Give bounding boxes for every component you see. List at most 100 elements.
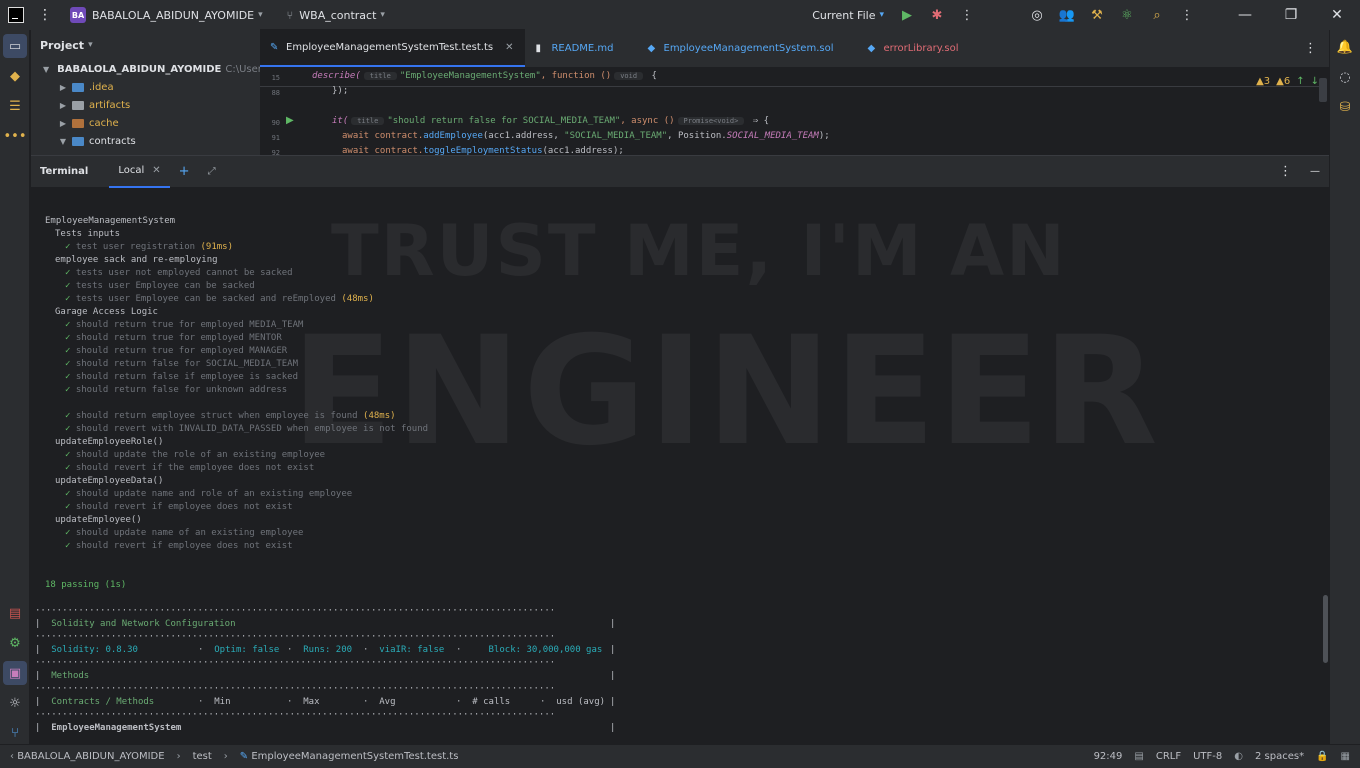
test-name: should revert if employee does not exist <box>75 541 293 551</box>
code-line-it: it(title "should return false for SOCIAL_… <box>332 116 770 126</box>
file-encoding[interactable]: UTF-8 <box>1187 751 1228 762</box>
chevron-right-icon: ▶ <box>59 100 67 110</box>
terminal-options-icon[interactable]: ⋮ <box>1270 156 1301 188</box>
chevron-down-icon: ▾ <box>258 10 263 20</box>
test-result: ✓ tests user Employee can be sacked <box>65 280 255 293</box>
inspection-widget[interactable]: ▲3 ▲6 ↑ ↓ <box>1256 76 1319 87</box>
run-icon[interactable]: ▶ <box>892 0 922 30</box>
cursor-position[interactable]: 92:49 <box>1088 751 1129 762</box>
commit-tool-icon[interactable]: ◆ <box>0 61 30 91</box>
setting-runs: · Runs: 200 <box>287 645 353 655</box>
tab-options-icon[interactable]: ⋮ <box>1294 29 1329 67</box>
close-button[interactable]: ✕ <box>1314 0 1360 30</box>
memory-icon[interactable]: ▦ <box>1335 751 1360 762</box>
passing-summary: 18 passing (1s) <box>45 580 127 590</box>
tree-item-label: .idea <box>89 81 114 93</box>
tab-local[interactable]: Local ✕ <box>109 156 170 188</box>
test-result: ✓ test user registration (91ms) <box>65 241 233 254</box>
test-name: should revert with INVALID_DATA_PASSED w… <box>75 424 429 434</box>
project-panel: Project ▾ ▼ BABALOLA_ABIDUN_AYOMIDE C:\U… <box>31 30 260 155</box>
breadcrumb[interactable]: ‹ BABALOLA_ABIDUN_AYOMIDE <box>0 751 171 762</box>
tree-item-contracts[interactable]: ▼ contracts <box>31 132 260 150</box>
close-icon[interactable]: ✕ <box>505 42 513 53</box>
solidity-file-icon: ◆ <box>647 43 656 54</box>
test-name: tests user Employee can be sacked <box>75 281 255 291</box>
test-name: should return true for employed MANAGER <box>75 346 288 356</box>
structure-tool-icon[interactable]: ☰ <box>0 91 30 121</box>
tab-error-library[interactable]: ◆ errorLibrary.sol <box>845 29 970 67</box>
col-contracts: Contracts / Methods <box>51 697 155 707</box>
watermark-line2: ENGINEER <box>291 305 1160 479</box>
search-icon[interactable]: ⌕ <box>1142 0 1172 30</box>
status-bar: ‹ BABALOLA_ABIDUN_AYOMIDE › test › ✎ Emp… <box>0 744 1360 768</box>
line-separator[interactable]: CRLF <box>1150 751 1187 762</box>
code-with-me-icon[interactable]: 👥 <box>1052 0 1082 30</box>
col-max: · Max <box>287 697 320 707</box>
ai-assistant-icon[interactable]: ◎ <box>1022 0 1052 30</box>
notifications-icon[interactable]: 🔔 <box>1330 32 1360 62</box>
arrow-down-icon[interactable]: ↓ <box>1311 76 1319 87</box>
project-tool-icon[interactable]: ▭ <box>3 34 27 58</box>
problems-tool-icon[interactable]: ▤ <box>0 598 30 628</box>
folder-icon <box>72 136 84 146</box>
inspection-icon[interactable]: ◐ <box>1228 751 1249 762</box>
tree-item-label: artifacts <box>89 99 131 111</box>
hide-panel-icon[interactable]: — <box>1301 156 1329 188</box>
build-tools-icon[interactable]: ⚒ <box>1082 0 1112 30</box>
branch-selector[interactable]: ⑂ WBA_contract ▾ <box>287 0 385 30</box>
line-number: 90 <box>271 119 280 127</box>
database-icon[interactable]: ⛁ <box>1330 92 1360 122</box>
more-tools-icon[interactable]: ••• <box>0 121 30 151</box>
terminal-header: Terminal Local ✕ + ⤢ ⋮ — <box>31 155 1329 188</box>
right-tool-strip: 🔔 ◌ ⛁ <box>1329 30 1360 744</box>
project-selector[interactable]: BA BABALOLA_ABIDUN_AYOMIDE ▾ <box>70 0 263 30</box>
tab-label: EmployeeManagementSystemTest.test.ts <box>286 41 494 53</box>
crumb-folder[interactable]: test <box>187 751 218 762</box>
debug-icon[interactable]: ✱ <box>922 0 952 30</box>
line-number: 15 <box>271 74 280 82</box>
arrow-up-icon[interactable]: ↑ <box>1296 76 1304 87</box>
tree-item-artifacts[interactable]: ▶ artifacts <box>31 96 260 114</box>
debug-tool-icon[interactable]: ☼ <box>0 688 30 718</box>
lock-icon[interactable]: 🔒 <box>1310 751 1334 762</box>
tree-item-idea[interactable]: ▶ .idea <box>31 78 260 96</box>
tab-readme[interactable]: ▮ README.md <box>525 29 625 67</box>
new-tab-icon[interactable]: + <box>170 156 199 188</box>
code-area[interactable]: 15 describe(title "EmployeeManagementSyst… <box>260 68 1329 155</box>
settings-icon[interactable]: ⋮ <box>1172 0 1202 30</box>
terminal-tool-icon[interactable]: ▣ <box>3 661 27 685</box>
code-line-close: }); <box>332 86 349 96</box>
weak-warning-count: ▲6 <box>1276 76 1291 87</box>
methods-title: Methods <box>51 671 90 681</box>
project-panel-header[interactable]: Project ▾ <box>31 30 260 60</box>
readonly-icon[interactable]: ▤ <box>1128 751 1149 762</box>
code-line-add-employee: await contract.addEmployee(acc1.address,… <box>342 131 830 141</box>
tree-item-cache[interactable]: ▶ cache <box>31 114 260 132</box>
indent-setting[interactable]: 2 spaces* <box>1249 751 1310 762</box>
table-row-config: | Solidity and Network Configuration | <box>35 619 616 629</box>
test-group-title: Tests inputs <box>55 229 121 239</box>
test-name: tests user not employed cannot be sacked <box>75 268 293 278</box>
tree-root[interactable]: ▼ BABALOLA_ABIDUN_AYOMIDE C:\Users\ <box>31 60 260 78</box>
run-test-icon[interactable]: ▶ <box>286 115 294 126</box>
crumb-file[interactable]: ✎ EmployeeManagementSystemTest.test.ts <box>234 751 465 762</box>
plugin-icon[interactable]: ⚛ <box>1112 0 1142 30</box>
ide-logo[interactable] <box>0 0 24 30</box>
terminal-scrollbar[interactable] <box>1323 595 1328 663</box>
test-group-title: updateEmployee() <box>55 515 142 525</box>
tab-employee-test[interactable]: ✎ EmployeeManagementSystemTest.test.ts ✕ <box>260 29 526 67</box>
check-icon: ✓ <box>65 450 76 460</box>
restore-button[interactable]: ❐ <box>1268 0 1314 30</box>
expand-icon[interactable]: ⤢ <box>199 156 225 188</box>
tab-employee-sol[interactable]: ◆ EmployeeManagementSystem.sol <box>626 29 846 67</box>
run-config-selector[interactable]: Current File ▾ <box>812 0 884 30</box>
editor-scrollbar[interactable] <box>1319 78 1327 102</box>
more-actions-icon[interactable]: ⋮ <box>952 0 982 30</box>
main-menu-icon[interactable]: ⋮ <box>38 0 52 30</box>
test-group-title: updateEmployeeRole() <box>55 437 164 447</box>
table-border: | <box>610 697 616 707</box>
services-tool-icon[interactable]: ⚙ <box>0 628 30 658</box>
close-icon[interactable]: ✕ <box>152 165 160 176</box>
minimize-button[interactable]: — <box>1222 0 1268 30</box>
ai-chat-icon[interactable]: ◌ <box>1330 62 1360 92</box>
